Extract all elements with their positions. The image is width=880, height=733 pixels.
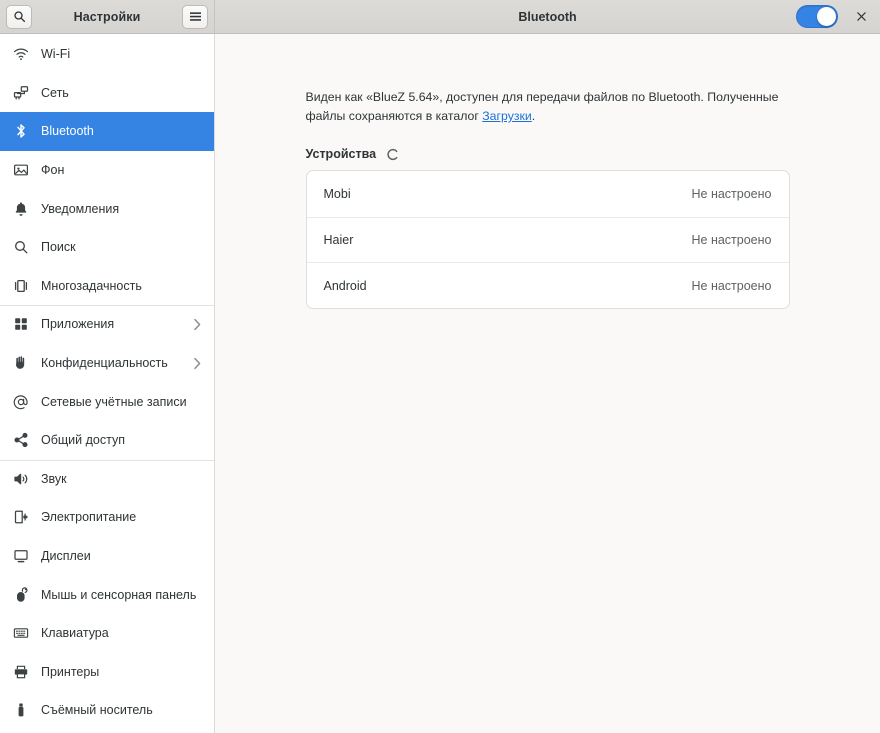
main-headerbar: Bluetooth	[215, 0, 880, 33]
bluetooth-panel: Виден как «BlueZ 5.64», доступен для пер…	[215, 34, 880, 733]
search-button[interactable]	[6, 5, 32, 29]
apps-grid-icon	[12, 316, 29, 333]
devices-section-title: Устройства	[306, 147, 377, 161]
sidebar-item-wi-fi[interactable]: Wi-Fi	[0, 35, 214, 74]
background-image-icon	[12, 162, 29, 179]
multitasking-icon	[12, 277, 29, 294]
device-row[interactable]: Android Не настроено	[307, 262, 789, 308]
settings-window: Настройки Bluetooth	[0, 0, 880, 733]
sidebar-item-label: Общий доступ	[41, 433, 202, 447]
device-list: MobiНе настроеноHaierНе настроеноAndroid…	[306, 170, 790, 309]
bluetooth-toggle-switch[interactable]	[796, 5, 838, 28]
sidebar-item-label: Уведомления	[41, 202, 202, 216]
sidebar-item-label: Съёмный носитель	[41, 703, 202, 717]
wifi-icon	[12, 46, 29, 63]
device-name: Mobi	[324, 187, 351, 201]
sidebar-item-label: Дисплеи	[41, 549, 202, 563]
sidebar-item-label: Приложения	[41, 317, 181, 331]
printer-icon	[12, 663, 29, 680]
hamburger-menu-icon	[189, 11, 202, 22]
sidebar-title: Настройки	[32, 10, 182, 24]
sidebar-item-label: Поиск	[41, 240, 202, 254]
sidebar-item-дисплеи[interactable]: Дисплеи	[0, 537, 214, 576]
sidebar-item-label: Многозадачность	[41, 279, 202, 293]
speaker-volume-icon	[12, 470, 29, 487]
sidebar-item-label: Фон	[41, 163, 202, 177]
sidebar-item-label: Звук	[41, 472, 202, 486]
titlebar: Настройки Bluetooth	[0, 0, 880, 34]
hand-privacy-icon	[12, 355, 29, 372]
sidebar-item-конфиденциальность[interactable]: Конфиденциальность	[0, 344, 214, 383]
sidebar-item-электропитание[interactable]: Электропитание	[0, 498, 214, 537]
device-name: Haier	[324, 233, 354, 247]
sidebar-item-label: Мышь и сенсорная панель	[41, 588, 202, 602]
sidebar-item-приложения[interactable]: Приложения	[0, 305, 214, 344]
sidebar-item-звук[interactable]: Звук	[0, 460, 214, 499]
device-row[interactable]: Mobi Не настроено	[307, 171, 789, 217]
sidebar-item-общий-доступ[interactable]: Общий доступ	[0, 421, 214, 460]
power-plug-icon	[12, 509, 29, 526]
sidebar-item-bluetooth[interactable]: Bluetooth	[0, 112, 214, 151]
sidebar-item-сеть[interactable]: Сеть	[0, 74, 214, 113]
description-text-before: Виден как «BlueZ 5.64», доступен для пер…	[306, 90, 779, 123]
monitor-icon	[12, 548, 29, 565]
sidebar-item-label: Клавиатура	[41, 626, 202, 640]
sidebar-item-уведомления[interactable]: Уведомления	[0, 189, 214, 228]
headerbar-actions	[796, 5, 870, 28]
chevron-right-icon	[193, 318, 202, 331]
sidebar-item-сетевые-учётные-записи[interactable]: Сетевые учётные записи	[0, 382, 214, 421]
sidebar-item-поиск[interactable]: Поиск	[0, 228, 214, 267]
sidebar-item-фон[interactable]: Фон	[0, 151, 214, 190]
sidebar-item-label: Wi-Fi	[41, 47, 202, 61]
sidebar-navigation: Wi-Fi Сеть Bluetooth Фон Уведомления Поиск Мно…	[0, 34, 215, 733]
device-status: Не настроено	[692, 233, 772, 247]
main-menu-button[interactable]	[182, 5, 208, 29]
search-icon	[12, 239, 29, 256]
downloads-folder-link[interactable]: Загрузки	[482, 109, 532, 123]
sidebar-item-label: Bluetooth	[41, 124, 202, 138]
network-icon	[12, 84, 29, 101]
window-title: Bluetooth	[215, 10, 880, 24]
sidebar-item-мышь-и-сенсорная-панель[interactable]: Мышь и сенсорная панель	[0, 575, 214, 614]
sidebar-item-label: Принтеры	[41, 665, 202, 679]
sidebar-headerbar: Настройки	[0, 0, 215, 33]
sidebar-item-label: Электропитание	[41, 510, 202, 524]
toggle-knob	[817, 7, 836, 26]
close-icon	[856, 10, 867, 24]
usb-drive-icon	[12, 702, 29, 719]
sidebar-item-принтеры[interactable]: Принтеры	[0, 653, 214, 692]
device-status: Не настроено	[692, 279, 772, 293]
devices-section-header: Устройства	[306, 147, 790, 161]
close-window-button[interactable]	[852, 8, 870, 26]
sidebar-item-label: Сеть	[41, 86, 202, 100]
sidebar-item-клавиатура[interactable]: Клавиатура	[0, 614, 214, 653]
loading-spinner-icon	[385, 147, 399, 161]
device-row[interactable]: Haier Не настроено	[307, 217, 789, 263]
panel-content: Виден как «BlueZ 5.64», доступен для пер…	[306, 88, 790, 309]
bluetooth-icon	[12, 123, 29, 140]
keyboard-icon	[12, 625, 29, 642]
window-body: Wi-Fi Сеть Bluetooth Фон Уведомления Поиск Мно…	[0, 34, 880, 733]
bell-icon	[12, 200, 29, 217]
bluetooth-description: Виден как «BlueZ 5.64», доступен для пер…	[306, 88, 790, 126]
chevron-right-icon	[193, 357, 202, 370]
sidebar-item-съёмный-носитель[interactable]: Съёмный носитель	[0, 691, 214, 730]
sidebar-item-многозадачность[interactable]: Многозадачность	[0, 267, 214, 306]
sidebar-item-label: Конфиденциальность	[41, 356, 181, 370]
share-nodes-icon	[12, 432, 29, 449]
device-status: Не настроено	[692, 187, 772, 201]
mouse-icon	[12, 586, 29, 603]
device-name: Android	[324, 279, 367, 293]
at-sign-icon	[12, 393, 29, 410]
sidebar-item-label: Сетевые учётные записи	[41, 395, 202, 409]
description-text-after: .	[532, 109, 535, 123]
search-icon	[13, 10, 26, 23]
